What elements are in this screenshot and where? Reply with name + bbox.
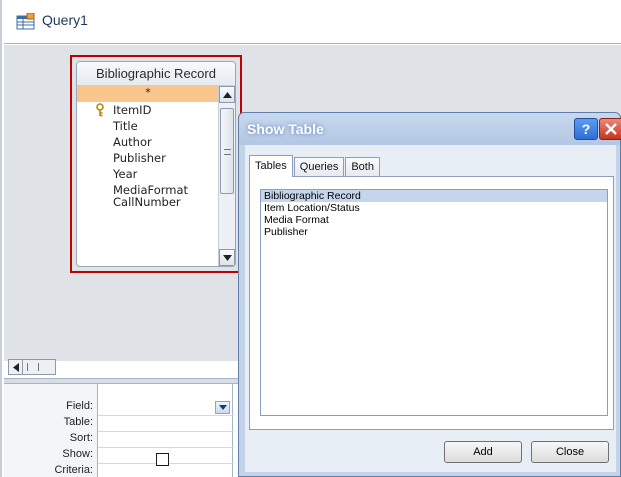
close-icon xyxy=(605,123,617,135)
arrow-left-icon xyxy=(12,362,19,372)
dialog-titlebar[interactable]: Show Table ? xyxy=(239,113,621,145)
grid-divider xyxy=(98,415,234,416)
table-field-list[interactable]: Bibliographic Record * ItemID Title Auth… xyxy=(76,61,236,267)
field-row-author[interactable]: Author xyxy=(77,134,219,150)
grip-icon xyxy=(27,363,39,371)
grid-row-labels: Field: Table: Sort: Show: Criteria: xyxy=(4,384,97,477)
field-list: * ItemID Title Author Publisher Year Med… xyxy=(77,86,219,266)
arrow-up-icon xyxy=(222,91,232,98)
grid-label-field: Field: xyxy=(66,400,93,412)
field-row-callnumber[interactable]: CallNumber xyxy=(77,194,219,210)
field-row-title[interactable]: Title xyxy=(77,118,219,134)
field-label: Year xyxy=(113,167,138,181)
field-select[interactable] xyxy=(98,399,232,415)
show-table-dialog: Show Table ? Tables Queries Both Bibliog… xyxy=(238,112,621,477)
close-button[interactable]: Close xyxy=(531,441,609,463)
chevron-down-icon xyxy=(218,405,227,410)
dialog-close-x-button[interactable] xyxy=(599,118,621,140)
table-field-list-title[interactable]: Bibliographic Record xyxy=(77,62,235,86)
query-tab-title: Query1 xyxy=(42,12,88,28)
grip-icon xyxy=(224,149,231,155)
help-icon: ? xyxy=(581,121,591,137)
field-label: ItemID xyxy=(113,103,152,117)
grid-label-table: Table: xyxy=(63,416,93,428)
dialog-tabs: Tables Queries Both xyxy=(249,155,381,177)
arrow-down-icon xyxy=(222,254,232,261)
field-label: Title xyxy=(113,119,138,133)
grid-column xyxy=(97,384,234,477)
query-tab[interactable]: Query1 xyxy=(4,0,621,44)
scroll-down-button[interactable] xyxy=(219,249,235,266)
field-row-publisher[interactable]: Publisher xyxy=(77,150,219,166)
help-button[interactable]: ? xyxy=(574,118,598,140)
show-checkbox[interactable] xyxy=(156,453,169,466)
list-item[interactable]: Bibliographic Record xyxy=(261,190,607,202)
design-pane-hscrollbar[interactable] xyxy=(8,359,56,375)
field-row-itemid[interactable]: ItemID xyxy=(77,102,219,118)
query-icon xyxy=(16,13,35,30)
field-row-year[interactable]: Year xyxy=(77,166,219,182)
field-label: Author xyxy=(113,135,152,149)
list-item[interactable]: Media Format xyxy=(261,214,607,226)
grid-label-criteria: Criteria: xyxy=(54,464,93,476)
grid-divider xyxy=(98,447,234,448)
field-label: Publisher xyxy=(113,151,166,165)
list-item[interactable]: Publisher xyxy=(261,226,607,238)
tab-tables[interactable]: Tables xyxy=(249,155,293,177)
scroll-left-button[interactable] xyxy=(9,360,23,374)
field-row-all[interactable]: * xyxy=(77,86,219,102)
tab-panel: Bibliographic Record Item Location/Statu… xyxy=(249,176,614,430)
grid-divider xyxy=(98,431,234,432)
dialog-title: Show Table xyxy=(247,121,324,137)
table-field-list-highlight: Bibliographic Record * ItemID Title Auth… xyxy=(70,55,242,273)
dialog-body: Tables Queries Both Bibliographic Record… xyxy=(245,145,616,472)
primary-key-icon xyxy=(96,103,104,117)
tab-queries[interactable]: Queries xyxy=(293,157,345,177)
scroll-up-button[interactable] xyxy=(219,86,235,103)
tab-both[interactable]: Both xyxy=(345,157,380,177)
add-button[interactable]: Add xyxy=(444,441,522,463)
grid-label-show: Show: xyxy=(62,448,93,460)
field-list-scrollbar[interactable] xyxy=(218,86,235,266)
grid-label-sort: Sort: xyxy=(69,432,93,444)
table-listbox[interactable]: Bibliographic Record Item Location/Statu… xyxy=(260,189,608,416)
field-label: * xyxy=(145,86,151,99)
field-label: CallNumber xyxy=(113,195,181,209)
scrollbar-thumb[interactable] xyxy=(220,108,234,194)
list-item[interactable]: Item Location/Status xyxy=(261,202,607,214)
field-dropdown-button[interactable] xyxy=(215,401,230,414)
